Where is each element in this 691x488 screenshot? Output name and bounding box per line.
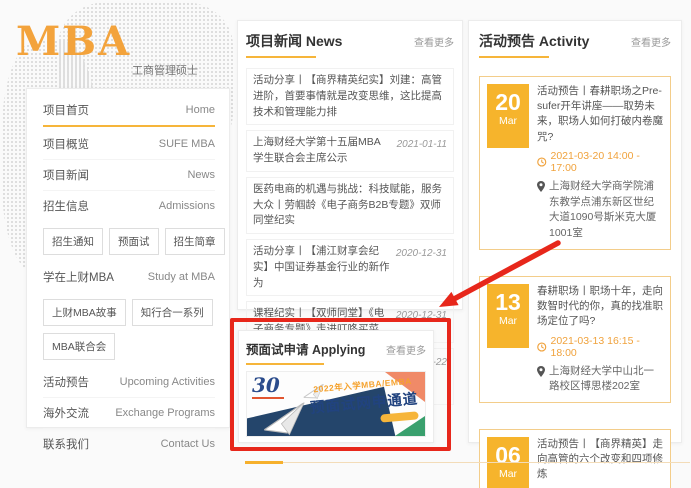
menu-label-en: News — [187, 169, 215, 181]
menu-label-zh: 学在上财MBA — [43, 269, 114, 285]
divider-accent-segment — [245, 461, 283, 464]
event-title: 活动预告丨【商界精英】走向高管的六个改变和四项修炼 — [537, 437, 663, 483]
paper-plane-icon — [261, 402, 312, 437]
sidebar-item-admissions[interactable]: 招生信息 Admissions — [43, 191, 215, 221]
news-item-date: 2020-12-31 — [396, 246, 447, 261]
event-day: 06 — [487, 443, 529, 468]
location-pin-icon — [537, 366, 545, 377]
next-section-divider — [245, 461, 690, 464]
clock-icon — [537, 157, 547, 167]
menu-label-en: Admissions — [159, 200, 215, 212]
event-location: 上海财经大学商学院浦东教学点浦东新区世纪大道1090号斯米克大厦1001室 — [549, 179, 663, 242]
news-item-text: 活动分享丨【商界精英纪实】刘建：高管进阶，首要事情就是改变思维，这比提高技术和管… — [253, 74, 442, 118]
tag-unity-series[interactable]: 知行合一系列 — [132, 299, 213, 326]
event-month: Mar — [487, 468, 529, 480]
menu-label-zh: 活动预告 — [43, 374, 89, 390]
logo-subtitle: 工商管理硕士 — [108, 62, 198, 78]
menu-label-zh: 项目新闻 — [43, 167, 89, 183]
event-month: Mar — [487, 315, 529, 327]
sidebar-item-home[interactable]: 项目首页 Home — [43, 95, 215, 125]
title-underline — [246, 363, 324, 365]
menu-label-en: Upcoming Activities — [120, 376, 215, 388]
event-card[interactable]: 06 Mar 活动预告丨【商界精英】走向高管的六个改变和四项修炼 2021-03… — [479, 429, 671, 488]
event-title: 春耕职场丨职场十年，走向数智时代的你，真的找准职场定位了吗? — [537, 284, 663, 330]
sidebar-item-contact[interactable]: 联系我们 Contact Us — [43, 429, 215, 459]
sidebar-item-news[interactable]: 项目新闻 News — [43, 160, 215, 191]
menu-label-zh: 联系我们 — [43, 436, 89, 452]
event-day: 13 — [487, 290, 529, 315]
news-item-text: 上海财经大学第十五届MBA学生联合会主席公示 — [253, 136, 381, 164]
tag-pre-interview[interactable]: 预面试 — [109, 228, 159, 255]
activity-panel-title: 活动预告 Activity — [479, 31, 589, 51]
menu-label-zh: 项目概览 — [43, 136, 89, 152]
event-date-box: 13 Mar — [487, 284, 529, 348]
title-underline — [246, 56, 316, 58]
event-month: Mar — [487, 115, 529, 127]
event-card[interactable]: 13 Mar 春耕职场丨职场十年，走向数智时代的你，真的找准职场定位了吗? 20… — [479, 276, 671, 403]
event-date-box: 20 Mar — [487, 84, 529, 148]
applying-panel-title: 预面试申请 Applying — [246, 339, 365, 358]
event-location: 上海财经大学中山北一路校区博思楼202室 — [549, 364, 663, 396]
sidebar-item-study[interactable]: 学在上财MBA Study at MBA — [43, 262, 215, 292]
admission-tag-row: 招生通知 预面试 招生简章 — [43, 228, 215, 255]
news-item-date: 2021-01-11 — [397, 137, 447, 152]
pre-interview-banner[interactable]: 30 2022年入学MBA/EMBA 预面试网申通道 — [246, 371, 426, 437]
tag-mba-stories[interactable]: 上财MBA故事 — [43, 299, 126, 326]
menu-label-zh: 招生信息 — [43, 198, 89, 214]
study-tag-row-2: MBA联合会 — [43, 333, 215, 360]
news-list-item[interactable]: 活动分享丨【商界精英纪实】刘建：高管进阶，首要事情就是改变思维，这比提高技术和管… — [246, 68, 454, 125]
divider-light-segment — [283, 462, 690, 463]
title-underline — [479, 56, 549, 58]
news-item-text: 活动分享丨【浦江财享会纪实】中国证券基金行业的新作为 — [253, 245, 390, 289]
tag-admission-brochure[interactable]: 招生简章 — [165, 228, 225, 255]
menu-label-zh: 海外交流 — [43, 405, 89, 421]
sidebar-item-overview[interactable]: 项目概览 SUFE MBA — [43, 129, 215, 160]
event-card[interactable]: 20 Mar 活动预告丨春耕职场之Pre-sufer开年讲座——取势未来，职场人… — [479, 76, 671, 250]
event-day: 20 — [487, 90, 529, 115]
menu-label-en: Exchange Programs — [115, 407, 215, 419]
event-time: 2021-03-13 16:15 - 18:00 — [551, 335, 664, 359]
event-title: 活动预告丨春耕职场之Pre-sufer开年讲座——取势未来，职场人如何打破内卷魔… — [537, 84, 663, 145]
news-list-item[interactable]: 2020-12-31 活动分享丨【浦江财享会纪实】中国证券基金行业的新作为 — [246, 239, 454, 296]
tag-mba-federation[interactable]: MBA联合会 — [43, 333, 115, 360]
news-panel: 项目新闻 News 查看更多 活动分享丨【商界精英纪实】刘建：高管进阶，首要事情… — [237, 20, 463, 310]
activity-panel: 活动预告 Activity 查看更多 20 Mar 活动预告丨春耕职场之Pre-… — [468, 20, 682, 443]
event-time: 2021-03-20 14:00 - 17:00 — [551, 150, 664, 174]
news-panel-title: 项目新闻 News — [246, 31, 342, 51]
sidebar-item-exchange[interactable]: 海外交流 Exchange Programs — [43, 398, 215, 429]
menu-label-en: Contact Us — [161, 438, 215, 450]
news-view-more-link[interactable]: 查看更多 — [414, 34, 454, 49]
sidebar-menu: 项目首页 Home 项目概览 SUFE MBA 项目新闻 News 招生信息 A… — [26, 88, 230, 428]
applying-panel: 预面试申请 Applying 查看更多 30 2022年入学MBA/EMBA 预… — [238, 330, 434, 443]
tag-admission-notice[interactable]: 招生通知 — [43, 228, 103, 255]
activity-view-more-link[interactable]: 查看更多 — [631, 34, 671, 49]
menu-label-zh: 项目首页 — [43, 102, 89, 118]
anniversary-30-badge: 30 — [252, 375, 284, 399]
clock-icon — [537, 342, 547, 352]
active-item-indicator — [43, 125, 215, 127]
sidebar-item-upcoming[interactable]: 活动预告 Upcoming Activities — [43, 367, 215, 398]
news-list-item[interactable]: 2021-01-11 上海财经大学第十五届MBA学生联合会主席公示 — [246, 130, 454, 172]
news-item-date: 2020-12-31 — [396, 308, 447, 323]
study-tag-row: 上财MBA故事 知行合一系列 — [43, 299, 215, 326]
menu-label-en: Home — [186, 104, 215, 116]
applying-view-more-link[interactable]: 查看更多 — [386, 342, 426, 357]
menu-label-en: SUFE MBA — [159, 138, 215, 150]
location-pin-icon — [537, 181, 545, 192]
page: MBA 工商管理硕士 项目首页 Home 项目概览 SUFE MBA 项目新闻 … — [0, 0, 691, 488]
mba-logo[interactable]: MBA — [16, 18, 131, 65]
news-list-item[interactable]: 医药电商的机遇与挑战：科技赋能，服务大众丨劳帼龄《电子商务B2B专题》双师同堂纪… — [246, 177, 454, 234]
menu-label-en: Study at MBA — [148, 271, 215, 283]
news-item-text: 医药电商的机遇与挑战：科技赋能，服务大众丨劳帼龄《电子商务B2B专题》双师同堂纪… — [253, 183, 442, 227]
